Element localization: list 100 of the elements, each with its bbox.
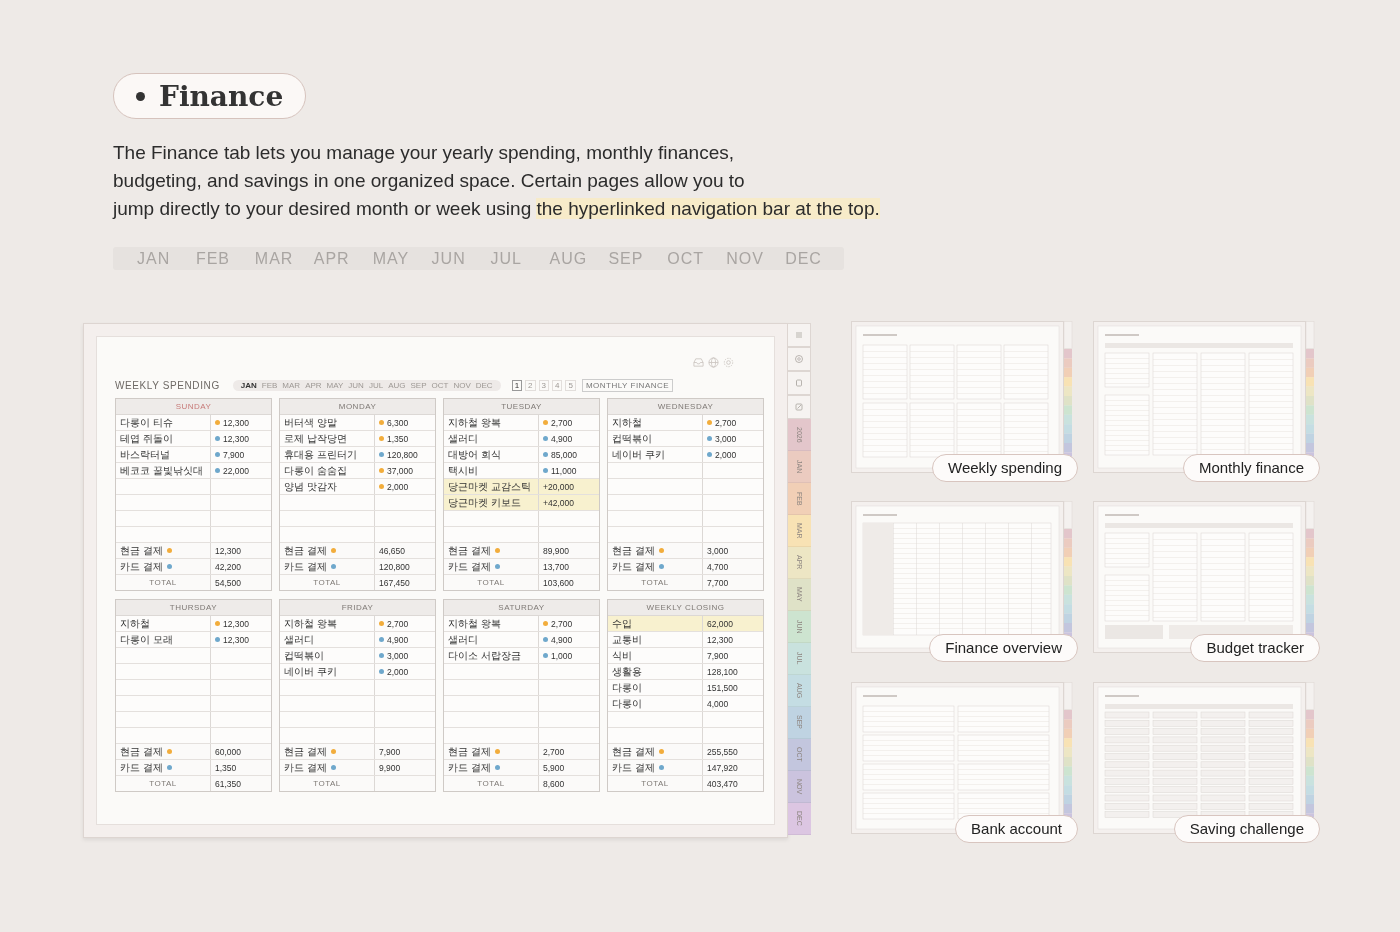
item-name: 네이버 쿠키 (284, 666, 337, 677)
amount: +42,000 (543, 497, 574, 508)
month-link[interactable]: SEP (410, 380, 427, 390)
payment-dot-icon (543, 468, 548, 473)
item-name: 지하철 왕복 (284, 618, 337, 629)
payment-dot-icon (494, 749, 500, 754)
amount: 3,000 (715, 433, 737, 444)
summary-label: 카드 결제 (120, 762, 163, 773)
month-link[interactable]: JUN (348, 380, 364, 390)
day-header: WEDNESDAY (608, 399, 763, 415)
inbox-icon[interactable] (693, 357, 704, 368)
payment-dot-icon (379, 637, 384, 642)
payment-dot-icon (379, 420, 384, 425)
summary-label: TOTAL (313, 578, 341, 587)
bullet-icon (136, 91, 145, 101)
amount: 4,900 (551, 634, 573, 645)
coin-tab[interactable] (788, 347, 811, 371)
month-link[interactable]: NOV (453, 380, 471, 390)
item-name: 양념 맛감자 (284, 481, 337, 492)
month-label: JUL (490, 249, 523, 268)
summary-label: 현금 결제 (284, 746, 327, 757)
amount: 403,470 (707, 778, 738, 789)
week-link[interactable]: 5 (565, 379, 576, 391)
preview-label: Finance overview (929, 634, 1078, 663)
amount: 9,900 (379, 762, 401, 773)
amount: 103,600 (543, 577, 574, 588)
edit-icon (794, 402, 804, 412)
amount: 2,000 (715, 449, 737, 460)
edit-tab[interactable] (788, 395, 811, 419)
amount: 7,900 (379, 746, 401, 757)
summary-label: 카드 결제 (120, 561, 163, 572)
amount: 147,920 (707, 762, 738, 773)
month-link[interactable]: APR (305, 380, 322, 390)
week-link[interactable]: 4 (552, 379, 563, 391)
amount: 120,800 (387, 449, 418, 460)
amount: 54,500 (215, 577, 241, 588)
amount: 255,550 (707, 746, 738, 757)
month-link[interactable]: MAR (282, 380, 301, 390)
item-name: 컵떡볶이 (612, 433, 652, 444)
item-name: 다롱이 숨숨집 (284, 465, 347, 476)
month-label: SEP (608, 249, 645, 268)
month-link[interactable]: OCT (431, 380, 449, 390)
preview-label: Monthly finance (1182, 454, 1320, 482)
month-link[interactable]: AUG (388, 380, 406, 390)
payment-dot-icon (658, 564, 664, 569)
month-link[interactable]: MAY (326, 380, 344, 390)
notebook-tab[interactable] (788, 371, 811, 395)
item-name: 버터색 양말 (284, 417, 337, 428)
summary-label: 카드 결제 (284, 561, 327, 572)
amount: 3,000 (707, 545, 729, 556)
section-title: Finance (159, 79, 284, 113)
payment-dot-icon (330, 564, 336, 569)
week-link[interactable]: 2 (525, 379, 536, 391)
summary-label: TOTAL (149, 779, 177, 788)
item-name: 지하철 왕복 (448, 618, 501, 629)
week-link[interactable]: 1 (511, 379, 523, 391)
item-name: 당근마켓 키보드 (448, 497, 521, 508)
amount: 1,350 (215, 762, 237, 773)
item-name: 샐러디 (448, 433, 478, 444)
summary-label: 카드 결제 (284, 762, 327, 773)
summary-label: 현금 결제 (448, 545, 491, 556)
amount: 8,600 (543, 778, 565, 789)
month-label: OCT (667, 249, 706, 268)
amount: 22,000 (223, 465, 249, 476)
summary-label: 현금 결제 (284, 545, 327, 556)
amount: 12,300 (707, 634, 733, 645)
item-name: 네이버 쿠키 (612, 449, 665, 460)
menu-icon (794, 330, 804, 340)
menu-tab[interactable] (788, 323, 811, 347)
payment-dot-icon (166, 548, 172, 553)
amount: 62,000 (707, 618, 733, 629)
amount: 4,900 (387, 634, 409, 645)
item-name: 다롱이 (612, 698, 642, 709)
amount: 4,000 (707, 698, 729, 709)
day-header: SATURDAY (444, 600, 599, 616)
payment-dot-icon (658, 749, 664, 754)
monthly-finance-link[interactable]: MONTHLY FINANCE (581, 378, 674, 392)
payment-dot-icon (215, 621, 220, 626)
settings-icon[interactable] (723, 357, 734, 368)
payment-dot-icon (215, 436, 220, 441)
item-name: 식비 (612, 650, 632, 661)
item-name: 바스락터널 (120, 449, 170, 460)
month-link[interactable]: JAN (240, 380, 257, 390)
summary-label: 현금 결제 (448, 746, 491, 757)
item-name: 다롱이 모래 (120, 634, 173, 645)
amount: 4,700 (707, 561, 729, 572)
amount: 7,900 (223, 449, 245, 460)
week-link[interactable]: 3 (538, 379, 549, 391)
item-name: 로제 납작당면 (284, 433, 347, 444)
item-name: 당근마켓 교감스틱 (448, 481, 531, 492)
month-link[interactable]: JUL (368, 380, 384, 390)
payment-dot-icon (543, 653, 548, 658)
month-link[interactable]: DEC (475, 380, 493, 390)
summary-label: TOTAL (149, 578, 177, 587)
globe-icon[interactable] (708, 357, 719, 368)
amount: 128,100 (707, 666, 738, 677)
amount: 2,700 (715, 417, 737, 428)
month-link[interactable]: FEB (261, 380, 278, 390)
item-name: 다롱이 티슈 (120, 417, 173, 428)
summary-label: 카드 결제 (612, 561, 655, 572)
